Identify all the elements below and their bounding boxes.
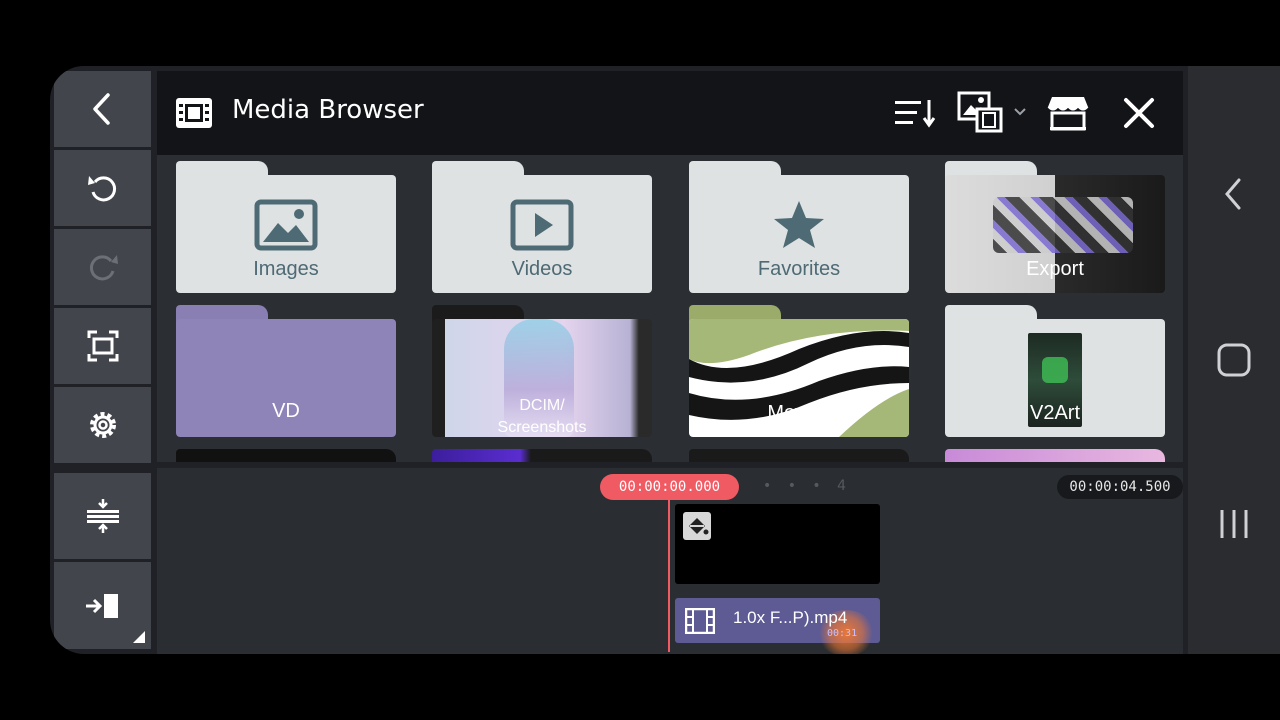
close-button[interactable]: [1117, 91, 1161, 135]
browser-header: Media Browser: [157, 71, 1183, 155]
back-icon: [1225, 178, 1241, 210]
store-icon: [1047, 97, 1089, 131]
folder-label: VD: [272, 400, 300, 422]
system-nav-bar: [1188, 66, 1280, 654]
settings-icon: [89, 412, 116, 438]
folder-movies[interactable]: Movies: [689, 305, 909, 437]
redo-button[interactable]: [54, 229, 151, 305]
fullscreen-icon: [87, 330, 118, 362]
folder-partial[interactable]: [689, 449, 909, 462]
page-title: Media Browser: [232, 95, 424, 125]
redo-icon: [89, 255, 118, 281]
corner-indicator: [133, 631, 145, 643]
folder-partial[interactable]: [432, 449, 652, 462]
timeline[interactable]: 00:00:00.000 • • • 4 00:00:04.500 1.0x F…: [157, 468, 1183, 654]
folder-images[interactable]: Images: [176, 161, 396, 293]
folder-label: Export: [1026, 258, 1084, 280]
timeline-ruler: • • • 4: [763, 478, 853, 494]
sort-icon: [895, 100, 936, 128]
folder-label: DCIM/: [519, 397, 565, 414]
media-browser: Media Browser Images Videos Favorites Ex…: [157, 71, 1183, 462]
track-adjust-button[interactable]: [54, 473, 151, 559]
background-clip[interactable]: [675, 504, 880, 584]
folder-label: V2Art: [1029, 402, 1081, 424]
star-icon: [774, 201, 824, 248]
film-icon: [685, 608, 715, 634]
media-type-dropdown[interactable]: [955, 91, 1033, 135]
sort-button[interactable]: [891, 91, 939, 135]
playhead[interactable]: [668, 498, 670, 652]
folder-export[interactable]: Export: [945, 161, 1165, 293]
folder-partial[interactable]: [945, 449, 1165, 462]
export-button[interactable]: [54, 562, 151, 649]
back-button[interactable]: [54, 71, 151, 147]
folder-dcim-screenshots[interactable]: DCIM/ Screenshots: [432, 305, 652, 437]
close-icon: [1124, 98, 1154, 128]
video-clip[interactable]: 1.0x F...P).mp4 00:31: [675, 598, 880, 654]
undo-button[interactable]: [54, 150, 151, 226]
folder-label: Images: [253, 258, 319, 280]
folder-label: Videos: [511, 258, 573, 280]
folder-vd[interactable]: VD: [176, 305, 396, 437]
folder-sublabel: Screenshots: [497, 419, 587, 435]
nav-home-button[interactable]: [1210, 336, 1258, 384]
home-icon: [1217, 343, 1251, 377]
nav-recents-button[interactable]: [1210, 500, 1258, 548]
image-icon: [254, 199, 318, 251]
folder-label: Movies: [767, 402, 831, 424]
clip-label: 1.0x F...P).mp4: [733, 608, 848, 627]
recents-icon: [1220, 510, 1248, 538]
fullscreen-button[interactable]: [54, 308, 151, 384]
store-button[interactable]: [1045, 91, 1091, 135]
paint-bucket-icon: [683, 512, 711, 540]
ruler-mark: 4: [837, 478, 853, 494]
film-folder-icon: [176, 98, 212, 128]
export-icon: [85, 593, 118, 618]
media-type-icon: [957, 91, 1026, 133]
folder-label: Favorites: [757, 258, 841, 280]
folder-v2art[interactable]: V2Art: [945, 305, 1165, 437]
play-icon: [510, 199, 574, 251]
nav-back-button[interactable]: [1210, 170, 1258, 218]
settings-button[interactable]: [54, 387, 151, 463]
folder-favorites[interactable]: Favorites: [689, 161, 909, 293]
clip-duration: 00:31: [827, 628, 858, 639]
folder-videos[interactable]: Videos: [432, 161, 652, 293]
track-adjust-icon: [86, 499, 119, 533]
current-timecode: 00:00:00.000: [600, 474, 739, 500]
app-window: Media Browser Images Videos Favorites Ex…: [50, 66, 1280, 654]
end-timecode: 00:00:04.500: [1057, 475, 1183, 499]
thumbnail-art: [993, 197, 1133, 253]
folder-partial[interactable]: [176, 449, 396, 462]
back-icon: [92, 93, 110, 125]
left-toolbar: [54, 71, 151, 649]
undo-icon: [87, 176, 116, 202]
